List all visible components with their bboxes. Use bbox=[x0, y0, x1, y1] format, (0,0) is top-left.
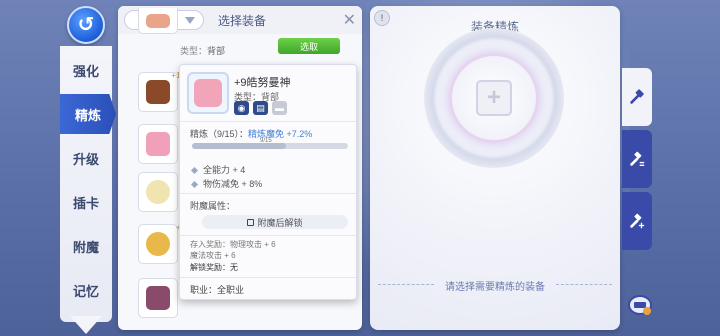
divider bbox=[180, 235, 356, 236]
side-navigation: ↺ 强化 精炼 升级 插卡 附魔 记忆 bbox=[60, 0, 116, 336]
nav-item-card[interactable]: 插卡 bbox=[60, 182, 112, 222]
enchant-title: 附魔属性： bbox=[190, 201, 236, 211]
plus-icon: + bbox=[486, 84, 501, 111]
nav-item-memory[interactable]: 记忆 bbox=[60, 270, 112, 310]
list-item-thumb[interactable] bbox=[138, 8, 178, 34]
hammer-swap-icon bbox=[630, 151, 645, 166]
tab-hammer[interactable] bbox=[622, 68, 652, 126]
lock-icon bbox=[247, 218, 255, 226]
eye-icon[interactable]: ◉ bbox=[234, 101, 249, 115]
stat-line: 物伤减免 + 8% bbox=[190, 177, 262, 190]
nav-item-refine[interactable]: 精炼 bbox=[60, 94, 116, 134]
teddy-bear-icon bbox=[146, 132, 170, 156]
equipment-icon bbox=[146, 13, 170, 28]
hammer-icon bbox=[630, 89, 644, 104]
item-action-icons: ◉ ▤ ▬ bbox=[234, 101, 287, 115]
list-item-thumb[interactable] bbox=[138, 278, 178, 318]
moon-icon bbox=[146, 180, 170, 204]
pick-button[interactable]: 选取 bbox=[278, 38, 340, 54]
back-arrow-icon: ↺ bbox=[77, 14, 95, 36]
deposit-reward-line: 存入奖励：物理攻击 + 6 bbox=[190, 240, 276, 249]
stat-line: 全能力 + 4 bbox=[190, 163, 245, 176]
nav-scroll-down-icon[interactable] bbox=[70, 316, 102, 334]
sun-wings-icon bbox=[146, 232, 170, 256]
item-detail-tooltip: +9皓努曼神 类型：背部 ◉ ▤ ▬ 精炼（9/15）：精炼魔免 +7.2% 9… bbox=[179, 64, 357, 300]
list-title: 选择装备 bbox=[218, 14, 267, 28]
unlock-reward-line: 解锁奖励：无 bbox=[190, 263, 238, 272]
list-item-thumb[interactable]: +15 bbox=[138, 71, 185, 112]
close-icon[interactable]: ✕ bbox=[343, 10, 356, 30]
refine-progress-text: 9/15 bbox=[260, 138, 272, 144]
magic-attack-line: 魔法攻击 + 6 bbox=[190, 251, 236, 260]
wardrobe-icon[interactable]: ▬ bbox=[272, 101, 287, 115]
list-item-thumb[interactable] bbox=[138, 172, 178, 212]
equipment-slot[interactable]: + bbox=[476, 80, 512, 116]
item-detail-thumb bbox=[187, 72, 229, 114]
item-name: +9皓努曼神 bbox=[234, 77, 291, 89]
backpack-icon bbox=[146, 286, 170, 310]
divider bbox=[180, 121, 356, 122]
diamond-bullet-icon bbox=[190, 166, 199, 175]
anvil-icon bbox=[628, 295, 652, 315]
tab-hammer-swap[interactable] bbox=[622, 130, 652, 188]
teddy-bear-icon bbox=[194, 79, 222, 107]
diamond-bullet-icon bbox=[190, 180, 199, 189]
nav-item-upgrade[interactable]: 升级 bbox=[60, 138, 112, 178]
hammer-plus-icon bbox=[630, 213, 645, 229]
refine-line: 精炼（9/15）：精炼魔免 +7.2% bbox=[190, 129, 313, 139]
divider bbox=[180, 277, 356, 278]
refine-panel: ! 装备精炼 + 请选择需要精炼的装备 bbox=[370, 6, 620, 330]
compare-icon[interactable]: ▤ bbox=[253, 101, 268, 115]
enchant-lock-chip: 附魔后解锁 bbox=[202, 215, 348, 229]
tab-hammer-plus[interactable] bbox=[622, 192, 652, 250]
divider bbox=[180, 193, 356, 194]
nav-item-enchant[interactable]: 附魔 bbox=[60, 226, 112, 266]
chevron-down-icon bbox=[185, 17, 195, 24]
hint-line-right bbox=[556, 284, 612, 285]
refine-hint: 请选择需要精炼的装备 bbox=[445, 282, 545, 293]
anvil-shop-button[interactable] bbox=[626, 292, 654, 318]
backpack-icon bbox=[146, 80, 170, 104]
job-line: 职业：全职业 bbox=[190, 285, 245, 295]
nav-item-strengthen[interactable]: 强化 bbox=[60, 50, 112, 90]
list-item-type: 类型：背部 bbox=[180, 46, 226, 56]
list-item-thumb[interactable]: +5 bbox=[138, 223, 185, 264]
back-button[interactable]: ↺ bbox=[67, 6, 105, 44]
list-item-thumb[interactable] bbox=[138, 124, 178, 164]
